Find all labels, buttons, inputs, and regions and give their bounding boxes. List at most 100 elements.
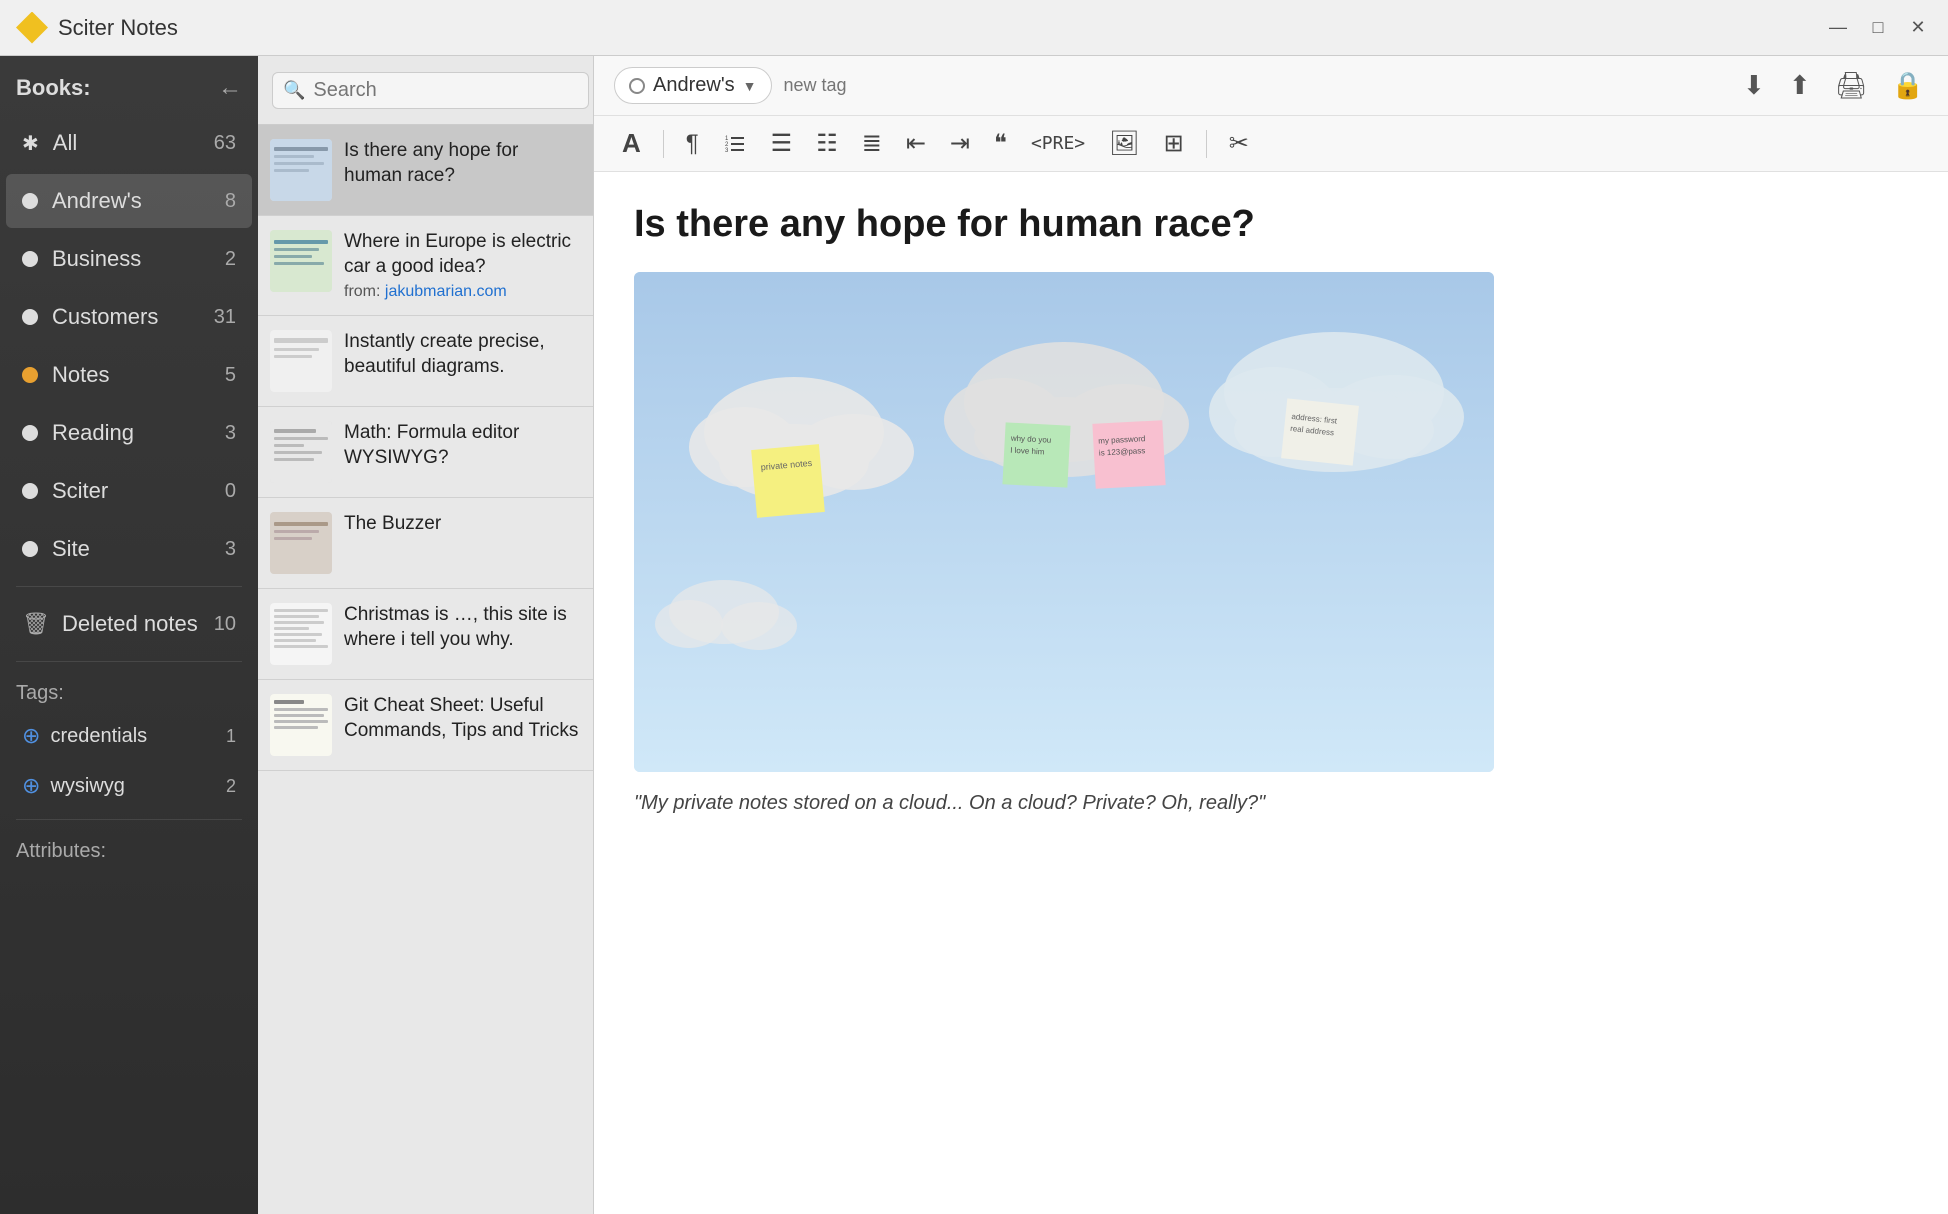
sidebar-item-label: Customers [52,304,214,330]
download-button[interactable]: ⬇ [1739,66,1769,105]
note-list-scroll[interactable]: Is there any hope for human race? Where … [258,125,593,1214]
books-label: Books: [16,75,91,101]
note-title: Christmas is …, this site is where i tel… [344,603,581,652]
sidebar-item-sciter[interactable]: Sciter 0 [6,464,252,518]
sidebar-item-label: Andrew's [52,188,225,214]
tag-label: credentials [50,725,226,748]
sidebar-item-business[interactable]: Business 2 [6,232,252,286]
tag-plus-icon: ⊕ [22,773,40,799]
note-list-item[interactable]: Math: Formula editor WYSIWYG? [258,407,593,498]
format-font-button[interactable]: A [614,124,649,163]
search-box[interactable]: 🔍 [272,72,589,109]
format-image-button[interactable]: 🖼 [1101,125,1147,162]
sidebar-item-label: Site [52,536,225,562]
app-icon [16,12,48,44]
deleted-notes-label: Deleted notes [62,611,214,637]
sidebar-dot-icon [22,483,38,499]
format-columns-button[interactable]: ≣ [854,125,890,162]
tag-input[interactable] [784,75,1728,96]
format-indent-left-button[interactable]: ⇤ [898,125,934,162]
sidebar-dot-icon [22,367,38,383]
notebook-selector[interactable]: Andrew's ▼ [614,67,772,104]
note-title: Math: Formula editor WYSIWYG? [344,421,581,470]
content-toolbar-format: A ¶ 123 ☰ ☷ ≣ ⇤ ⇥ ❝ <PRE> 🖼 ⊞ ✂ [594,116,1948,172]
svg-text:I love him: I love him [1010,445,1045,456]
sidebar-item-count: 3 [225,422,236,445]
note-list-item[interactable]: Christmas is …, this site is where i tel… [258,589,593,680]
title-bar: Sciter Notes — □ ✕ [0,0,1948,56]
note-info: Is there any hope for human race? [344,139,581,188]
sidebar-item-count: 0 [225,480,236,503]
content-area[interactable]: Is there any hope for human race? [594,172,1948,1214]
toolbar-separator [1206,130,1207,158]
sidebar-dot-icon [22,541,38,557]
toolbar-separator [663,130,664,158]
sidebar-item-label: All [53,130,214,156]
lock-button[interactable]: 🔒 [1888,66,1928,105]
format-paragraph-button[interactable]: ¶ [678,126,707,162]
note-list-item[interactable]: Is there any hope for human race? [258,125,593,216]
minimize-button[interactable]: — [1824,14,1852,42]
sidebar-item-notes[interactable]: Notes 5 [6,348,252,402]
sidebar-header: Books: ← [0,56,258,114]
note-info: Christmas is …, this site is where i tel… [344,603,581,652]
format-table-button[interactable]: ⊞ [1156,125,1192,162]
format-blockquote-button[interactable]: ❝ [986,125,1015,162]
content-panel: Andrew's ▼ ⬇ ⬆ 🖨 🔒 A ¶ 123 ☰ ☷ ≣ ⇤ ⇥ [594,56,1948,1214]
note-thumbnail [270,603,332,665]
sidebar-item-deleted[interactable]: 🗑 Deleted notes 10 [6,597,252,651]
svg-text:3: 3 [725,148,729,154]
sidebar-tag-wysiwyg[interactable]: ⊕ wysiwyg 2 [6,763,252,809]
note-list-item[interactable]: Git Cheat Sheet: Useful Commands, Tips a… [258,680,593,771]
format-indent-right-button[interactable]: ⇥ [942,125,978,162]
sidebar-dot-icon [22,193,38,209]
sidebar-item-customers[interactable]: Customers 31 [6,290,252,344]
note-list-item[interactable]: The Buzzer [258,498,593,589]
sidebar: Books: ← ✱ All 63 Andrew's 8 Business 2 … [0,56,258,1214]
format-special-button[interactable]: ✂ [1221,125,1257,162]
tags-section-label: Tags: [0,670,258,711]
note-content-title: Is there any hope for human race? [634,202,1908,248]
note-list-panel: 🔍 + Is there any hope for h [258,56,594,1214]
sidebar-item-reading[interactable]: Reading 3 [6,406,252,460]
asterisk-icon: ✱ [22,131,39,156]
tag-plus-icon: ⊕ [22,723,40,749]
sidebar-divider [16,661,242,662]
sidebar-dot-icon [22,251,38,267]
format-unordered-list-button[interactable]: ☰ [763,125,801,162]
sidebar-divider [16,819,242,820]
note-list-item[interactable]: Instantly create precise, beautiful diag… [258,316,593,407]
tag-count: 1 [226,726,236,747]
note-list-item[interactable]: Where in Europe is electric car a good i… [258,216,593,316]
trash-icon: 🗑 [22,611,50,637]
note-title: Instantly create precise, beautiful diag… [344,330,581,379]
sidebar-item-site[interactable]: Site 3 [6,522,252,576]
sidebar-item-count: 2 [225,248,236,271]
sidebar-item-label: Sciter [52,478,225,504]
format-pre-button[interactable]: <PRE> [1023,129,1093,158]
upload-button[interactable]: ⬆ [1785,66,1815,105]
sidebar-item-label: Reading [52,420,225,446]
print-button[interactable]: 🖨 [1831,66,1872,105]
sidebar-item-all[interactable]: ✱ All 63 [6,116,252,170]
sidebar-item-count: 63 [214,132,236,155]
maximize-button[interactable]: □ [1864,14,1892,42]
note-info: Math: Formula editor WYSIWYG? [344,421,581,470]
notebook-arrow-icon: ▼ [743,78,757,94]
search-input[interactable] [313,79,578,102]
note-info: Git Cheat Sheet: Useful Commands, Tips a… [344,694,581,743]
toolbar-right: ⬇ ⬆ 🖨 🔒 [1739,66,1928,105]
sidebar-item-andrews[interactable]: Andrew's 8 [6,174,252,228]
sidebar-tag-credentials[interactable]: ⊕ credentials 1 [6,713,252,759]
format-checklist-button[interactable]: ☷ [808,125,846,162]
sidebar-back-button[interactable]: ← [218,74,242,102]
note-content-image: private notes why do you I love him my p… [634,272,1494,772]
note-link: jakubmarian.com [385,283,507,300]
note-thumbnail [270,421,332,483]
format-ordered-list-button[interactable]: 123 [715,128,755,160]
close-button[interactable]: ✕ [1904,14,1932,42]
sidebar-item-label: Notes [52,362,225,388]
note-info: The Buzzer [344,512,581,537]
note-title: Git Cheat Sheet: Useful Commands, Tips a… [344,694,581,743]
tag-label: wysiwyg [50,775,226,798]
